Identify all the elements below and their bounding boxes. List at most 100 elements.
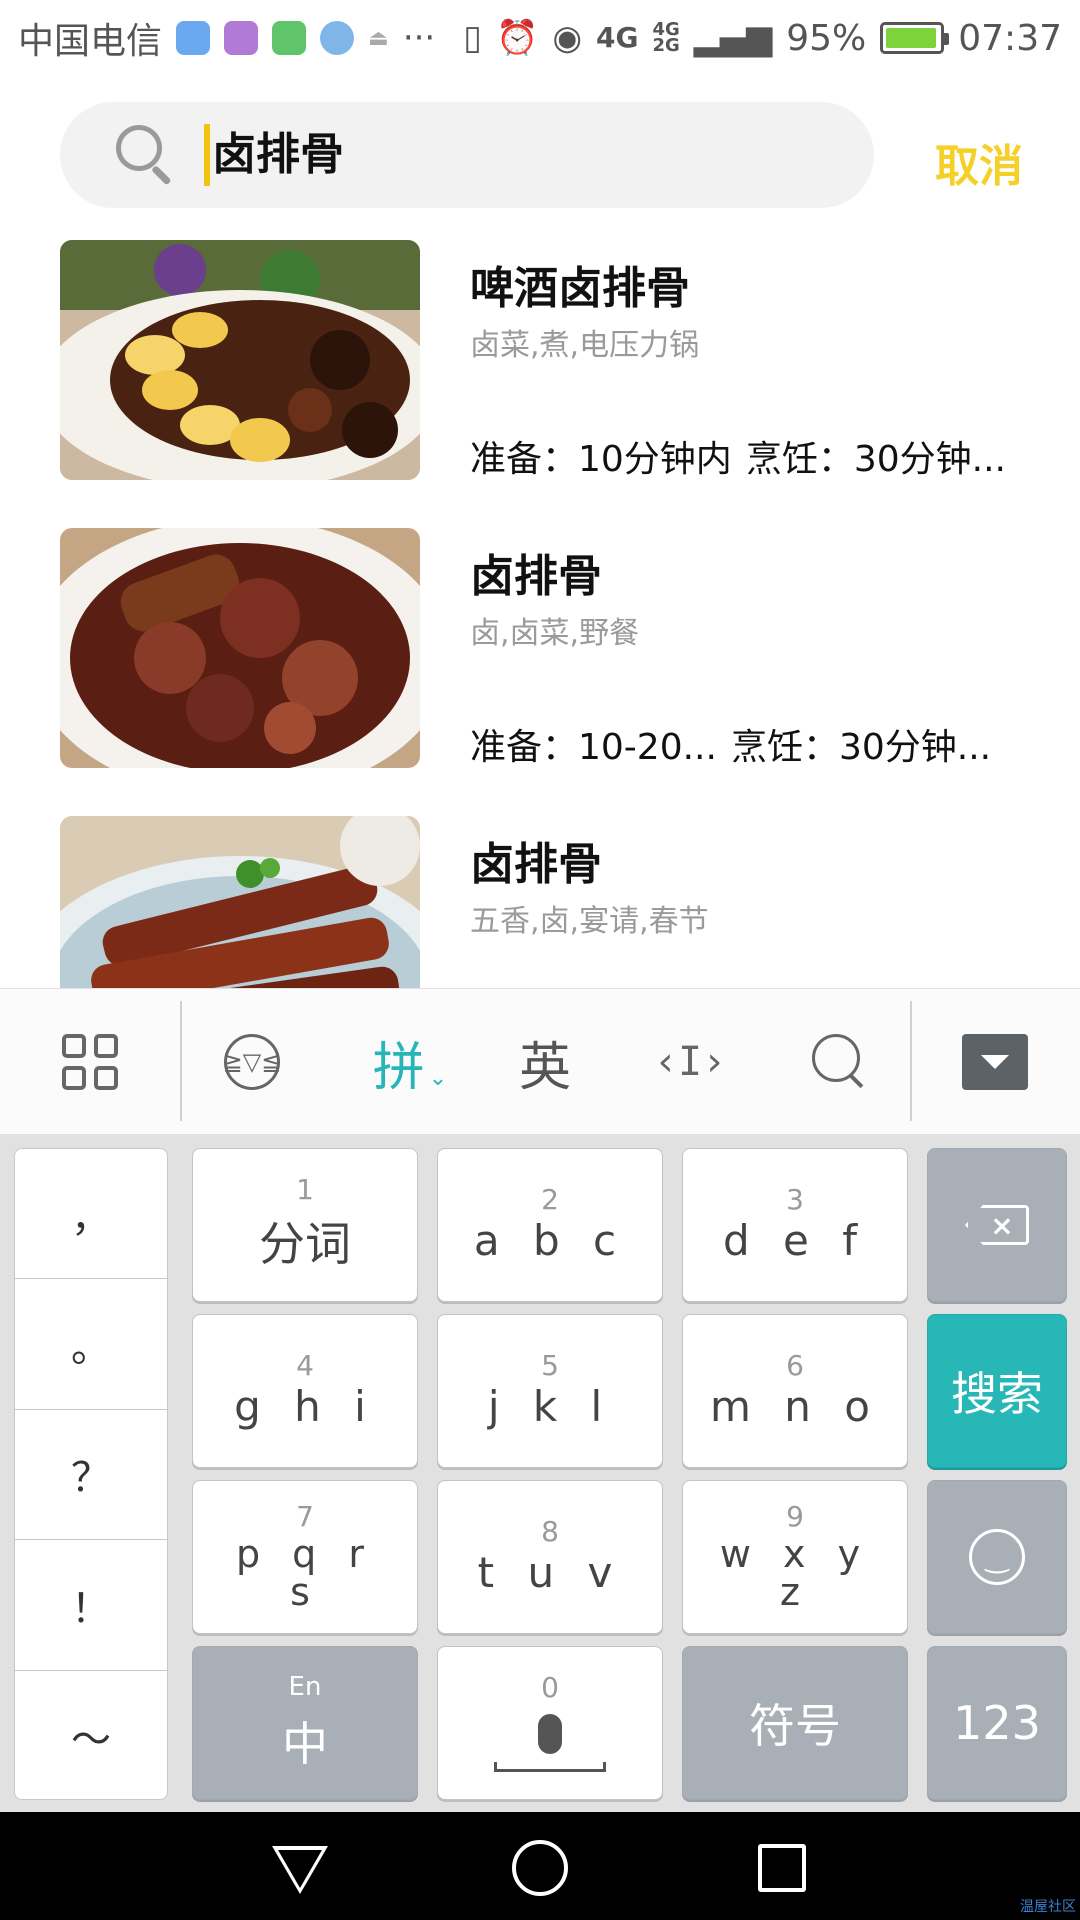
key-9-wxyz[interactable]: 9 w x y z [682, 1480, 908, 1634]
briefcase-app-icon [272, 21, 307, 55]
english-mode-button[interactable]: 英 [505, 989, 585, 1135]
ime-search-button[interactable] [800, 989, 880, 1135]
key-1-segment[interactable]: 1 分词 [192, 1148, 418, 1302]
recipe-title: 卤排骨 [470, 839, 602, 890]
key-7-pqrs[interactable]: 7 p q r s [192, 1480, 418, 1634]
key-0-space-voice[interactable]: 0 [437, 1646, 663, 1800]
search-icon [116, 125, 176, 186]
language-switch-key[interactable]: En 中 [192, 1646, 418, 1800]
location-app-icon [176, 21, 211, 55]
recipe-prep-time: 准备：10-20... [470, 727, 717, 768]
key-number: 0 [541, 1671, 559, 1704]
back-icon[interactable] [272, 1846, 328, 1894]
key-label: t u v [477, 1547, 623, 1597]
key-6-mno[interactable]: 6 m n o [682, 1314, 908, 1468]
backspace-icon: × [965, 1205, 1029, 1245]
vibrate-icon: ▯ [463, 18, 482, 58]
recipe-photo [60, 240, 420, 480]
key-number: 6 [786, 1348, 804, 1382]
key-4-ghi[interactable]: 4 g h i [192, 1314, 418, 1468]
cancel-button[interactable]: 取消 [935, 130, 1023, 194]
recent-apps-icon[interactable] [758, 1844, 806, 1892]
key-label: a b c [473, 1215, 627, 1265]
recipe-cook-time: 烹饪：30分钟... [730, 727, 992, 768]
punct-exclaim-key[interactable]: ！ [15, 1540, 167, 1671]
grid-icon [62, 1034, 118, 1090]
key-5-jkl[interactable]: 5 j k l [437, 1314, 663, 1468]
key-2-abc[interactable]: 2 a b c [437, 1148, 663, 1302]
recipe-photo [60, 528, 420, 768]
key-number: 5 [541, 1348, 559, 1382]
chevron-down-icon [962, 1034, 1028, 1090]
search-icon [812, 1034, 868, 1090]
eye-icon: ◉ [552, 18, 582, 58]
key-label: g h i [234, 1381, 376, 1431]
punct-comma-key[interactable]: ， [15, 1149, 167, 1280]
recipe-item[interactable]: 啤酒卤排骨 卤菜,煮,电压力锅 准备：10分钟内 烹饪：30分钟... [60, 240, 1060, 480]
ime-toolbar: ≧▽≦ 拼 ⌄ 英 ‹I› [0, 988, 1080, 1134]
pinyin-label: 拼 ⌄ [372, 1037, 448, 1098]
navigation-bar: 温屋社区 [0, 1812, 1080, 1920]
key-number: 7 [296, 1500, 314, 1533]
carrier-name: 中国电信 [18, 21, 163, 62]
upload-icon: ⏏ [368, 25, 389, 51]
search-key[interactable]: 搜索 [927, 1314, 1067, 1468]
key-number: 4 [296, 1348, 314, 1382]
key-label: 搜索 [951, 1367, 1043, 1421]
punct-question-key[interactable]: ？ [15, 1410, 167, 1541]
key-label: 中 [282, 1717, 328, 1771]
search-bar[interactable] [60, 102, 874, 208]
network-type: 4G [596, 21, 639, 55]
pinyin-mode-button[interactable]: 拼 ⌄ [360, 989, 460, 1135]
recipe-meta: 准备：10-20... 烹饪：30分钟... [470, 718, 991, 770]
recipe-prep-time: 准备：10分钟内 [470, 439, 732, 480]
key-number: 9 [786, 1500, 804, 1533]
space-bar-icon [494, 1762, 606, 1772]
punctuation-column[interactable]: ， 。 ？ ！ ～ [14, 1148, 168, 1800]
recipe-meta: 准备：10分钟内 烹饪：30分钟... [470, 430, 1006, 482]
cursor-icon: ‹I› [653, 1039, 727, 1085]
recipe-list[interactable]: 啤酒卤排骨 卤菜,煮,电压力锅 准备：10分钟内 烹饪：30分钟... 卤排骨 … [0, 240, 1080, 988]
key-sub-label: En [288, 1672, 322, 1702]
punct-period-key[interactable]: 。 [15, 1279, 167, 1410]
recipe-photo [60, 816, 420, 988]
key-label: w x y z [719, 1532, 871, 1614]
key-label: 符号 [749, 1699, 841, 1753]
key-number: 8 [541, 1514, 559, 1548]
key-label: m n o [710, 1381, 880, 1431]
english-label: 英 [518, 1037, 571, 1098]
key-label: 123 [953, 1696, 1041, 1750]
recipe-title: 卤排骨 [470, 551, 602, 602]
hide-keyboard-button[interactable] [962, 989, 1028, 1135]
clock: 07:37 [958, 17, 1062, 59]
key-label: p q r s [235, 1532, 375, 1614]
key-3-def[interactable]: 3 d e f [682, 1148, 908, 1302]
key-label: j k l [487, 1381, 613, 1431]
symbols-key[interactable]: 符号 [682, 1646, 908, 1800]
ime-menu-button[interactable] [44, 989, 136, 1135]
recipe-tags: 卤,卤菜,野餐 [470, 616, 640, 651]
alarm-icon: ⏰ [495, 18, 539, 58]
punct-tilde-key[interactable]: ～ [15, 1671, 167, 1799]
emoji-panel-button[interactable]: ≧▽≦ [212, 989, 292, 1135]
more-notifications-icon: ··· [402, 18, 436, 58]
home-icon[interactable] [512, 1840, 568, 1896]
smiley-icon: ‿ [969, 1529, 1025, 1585]
key-8-tuv[interactable]: 8 t u v [437, 1480, 663, 1634]
key-number: 3 [786, 1182, 804, 1216]
numeric-key[interactable]: 123 [927, 1646, 1067, 1800]
key-label: 分词 [259, 1217, 351, 1271]
dual-network-type: 4G 2G [652, 18, 680, 56]
recipe-item[interactable]: 卤排骨 卤,卤菜,野餐 准备：10-20... 烹饪：30分钟... [60, 528, 1060, 768]
watermark: 温屋社区 [1020, 1899, 1076, 1915]
emoji-key[interactable]: ‿ [927, 1480, 1067, 1634]
wifi-app-icon [320, 21, 355, 55]
recipe-item[interactable]: 卤排骨 五香,卤,宴请,春节 [60, 816, 1060, 988]
toolbar-divider [180, 1001, 182, 1121]
signal-icon: ▂▄▆ [693, 18, 773, 58]
battery-percent: 95% [786, 17, 867, 59]
backspace-key[interactable]: × [927, 1148, 1067, 1302]
key-label: d e f [723, 1215, 867, 1265]
cursor-move-button[interactable]: ‹I› [650, 989, 730, 1135]
search-input[interactable] [204, 124, 804, 186]
